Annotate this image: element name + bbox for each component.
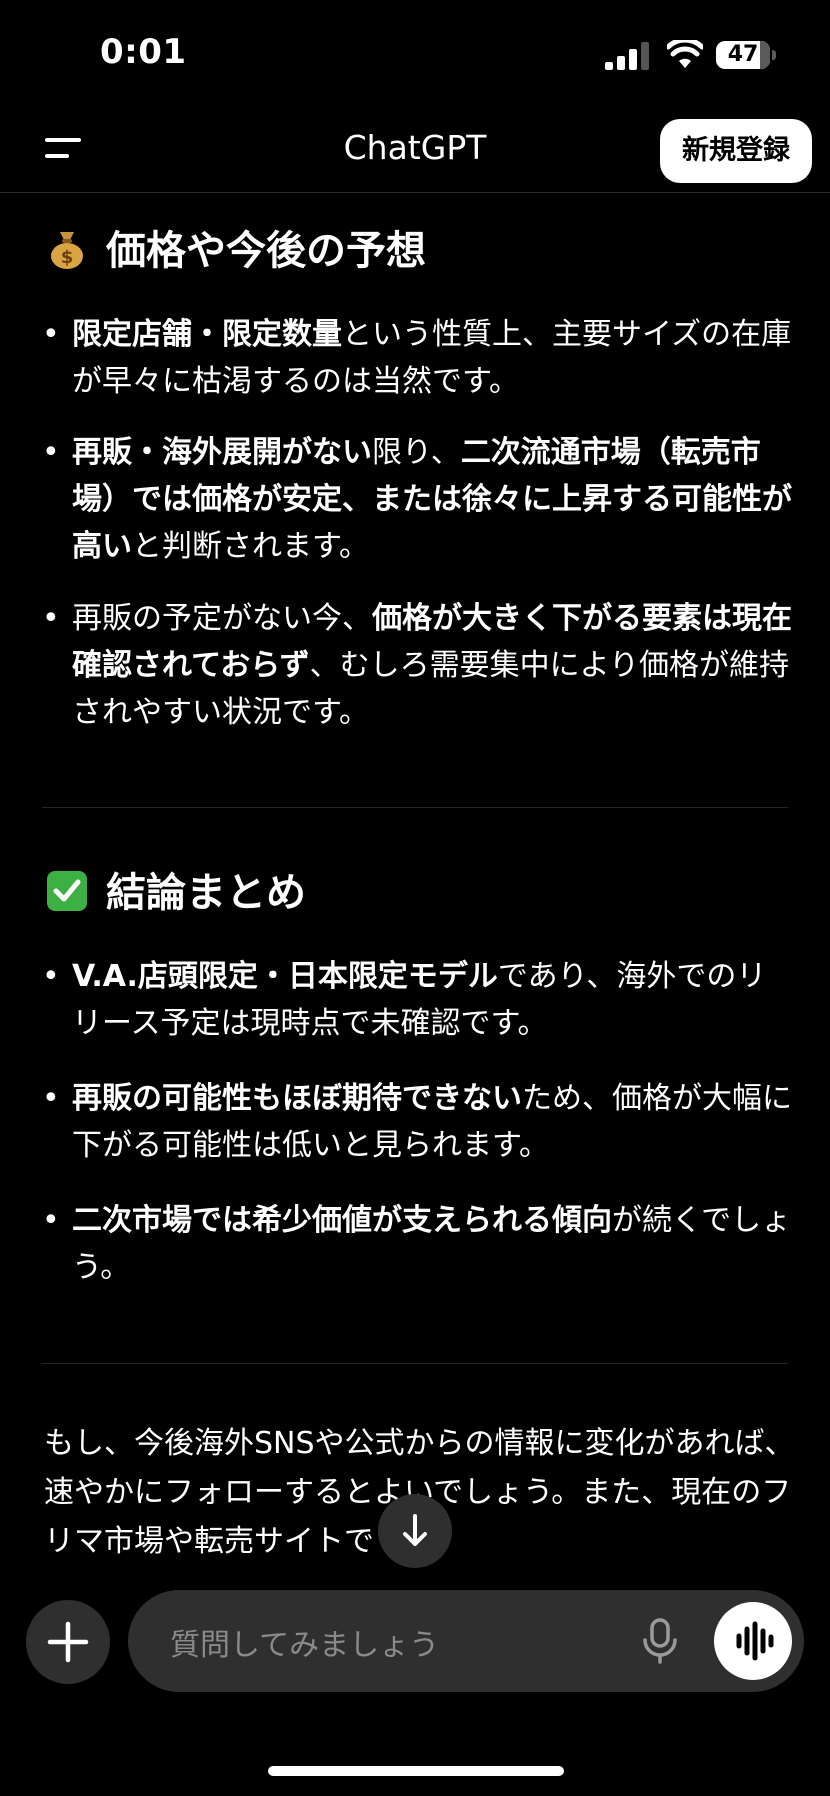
- home-indicator: [268, 1766, 564, 1776]
- body-text: 限り、: [372, 435, 461, 470]
- bold-text: 再販・海外展開がない: [72, 435, 372, 470]
- svg-text:$: $: [61, 247, 74, 268]
- voice-waveform-icon: [736, 1621, 774, 1661]
- app-header: ChatGPT 新規登録: [0, 110, 830, 193]
- divider: [42, 1363, 788, 1364]
- bullet-dot: •: [42, 435, 60, 470]
- battery-tip: [772, 50, 776, 60]
- list-item: • 限定店舗・限定数量という性質上、主要サイズの在庫が早々に枯渇するのは当然です…: [42, 311, 792, 405]
- section-heading-summary: 結論まとめ: [46, 865, 306, 921]
- bold-text: V.A.店頭限定・日本限定モデル: [72, 959, 498, 994]
- section-heading-text: 価格や今後の予想: [106, 228, 426, 274]
- section-heading-price: $ 価格や今後の予想: [46, 223, 426, 279]
- money-bag-icon: $: [51, 232, 83, 269]
- scroll-to-bottom-button[interactable]: [378, 1494, 452, 1568]
- list-item: • 二次市場では希少価値が支えられる傾向が続くでしょう。: [42, 1197, 792, 1291]
- check-mark-icon: [47, 871, 87, 911]
- add-attachment-button[interactable]: [26, 1600, 110, 1684]
- signup-button[interactable]: 新規登録: [660, 119, 812, 183]
- list-item: • 再販の可能性もほぼ期待できないため、価格が大幅に下がる可能性は低いと見られま…: [42, 1075, 792, 1169]
- list-item: • V.A.店頭限定・日本限定モデルであり、海外でのリリース予定は現時点で未確認…: [42, 953, 792, 1047]
- list-item: • 再販・海外展開がない限り、二次流通市場（転売市場）では価格が安定、または徐々…: [42, 429, 792, 570]
- bold-text: 再販の可能性もほぼ期待できない: [72, 1081, 522, 1116]
- bold-text: 二次市場では希少価値が支えられる傾向: [72, 1203, 612, 1238]
- bold-text: 限定店舗・限定数量: [72, 317, 342, 352]
- wifi-icon: [667, 40, 703, 68]
- list-item: • 再販の予定がない今、価格が大きく下がる要素は現在確認されておらず、むしろ需要…: [42, 595, 792, 736]
- divider: [42, 807, 788, 808]
- battery-level: 47: [727, 42, 759, 67]
- body-text: と判断されます。: [132, 529, 369, 564]
- bullet-dot: •: [42, 601, 60, 636]
- message-input[interactable]: 質問してみましょう: [128, 1590, 804, 1692]
- microphone-icon[interactable]: [642, 1618, 678, 1664]
- voice-mode-button[interactable]: [714, 1602, 792, 1680]
- bullet-dot: •: [42, 1081, 60, 1116]
- bullet-dot: •: [42, 317, 60, 352]
- battery-icon: 47: [716, 41, 770, 69]
- plus-icon: [47, 1621, 89, 1663]
- section-heading-text: 結論まとめ: [106, 870, 306, 916]
- cellular-signal-icon: [605, 42, 649, 70]
- bullet-dot: •: [42, 1203, 60, 1238]
- body-text: 再販の予定がない今、: [72, 601, 372, 636]
- status-time: 0:01: [100, 32, 187, 72]
- arrow-down-icon: [403, 1514, 427, 1546]
- message-input-placeholder: 質問してみましょう: [170, 1628, 440, 1663]
- chat-content[interactable]: $ 価格や今後の予想 • 限定店舗・限定数量という性質上、主要サイズの在庫が早々…: [0, 193, 830, 1573]
- bullet-dot: •: [42, 959, 60, 994]
- status-bar: 0:01 47: [0, 0, 830, 110]
